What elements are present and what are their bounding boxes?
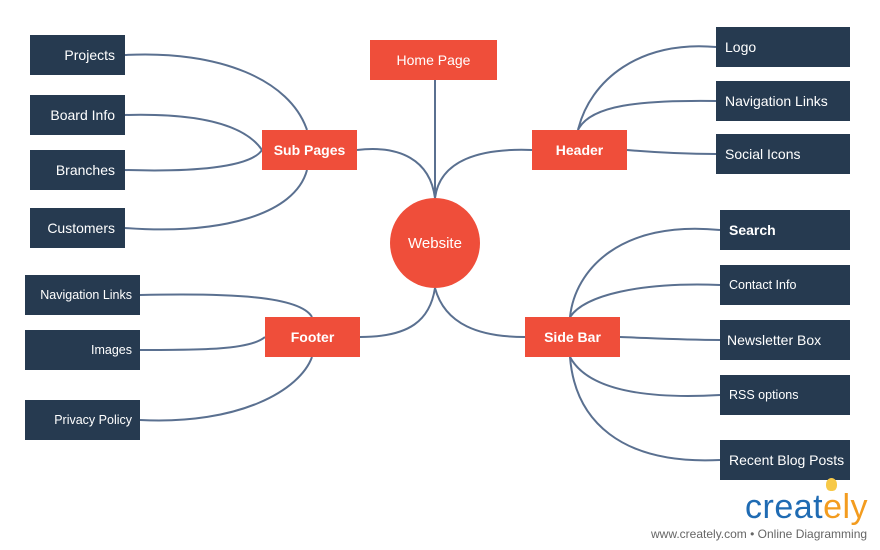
connector-logo: [577, 45, 717, 131]
node-home-page[interactable]: Home Page: [370, 40, 497, 80]
tagline: www.creately.com • Online Diagramming: [651, 527, 868, 541]
node-logo[interactable]: Logo: [716, 27, 850, 67]
node-search[interactable]: Search: [720, 210, 850, 250]
node-contact-info[interactable]: Contact Info: [720, 265, 850, 305]
connector-search: [569, 227, 721, 318]
node-rss-options[interactable]: RSS options: [720, 375, 850, 415]
connector-projects: [124, 53, 308, 131]
node-images[interactable]: Images: [25, 330, 140, 370]
node-branches[interactable]: Branches: [30, 150, 125, 190]
connector-subpages: [356, 148, 436, 199]
mind-map-canvas: Website Home Page Sub Pages Projects Boa…: [0, 0, 880, 550]
node-privacy-policy[interactable]: Privacy Policy: [25, 400, 140, 440]
connector-newsletter: [619, 336, 721, 341]
node-side-bar[interactable]: Side Bar: [525, 317, 620, 357]
connector-sidebar: [434, 287, 526, 338]
connector-images: [139, 336, 266, 351]
connector-header: [434, 148, 533, 199]
connector-nav-links: [577, 99, 717, 131]
connector-social: [626, 149, 717, 155]
connector-footer-nav: [139, 293, 313, 318]
node-header[interactable]: Header: [532, 130, 627, 170]
creately-logo: creately: [745, 488, 868, 527]
connector-customers: [124, 169, 308, 231]
node-customers[interactable]: Customers: [30, 208, 125, 248]
node-footer-navigation-links[interactable]: Navigation Links: [25, 275, 140, 315]
connector-rss: [569, 356, 721, 397]
logo-text-accent: ely: [823, 488, 869, 526]
connector-branches: [124, 149, 263, 172]
connector-footer: [359, 287, 436, 338]
connector-blog: [569, 356, 721, 462]
connector-board-info: [124, 113, 263, 151]
center-node-website[interactable]: Website: [390, 198, 480, 288]
node-projects[interactable]: Projects: [30, 35, 125, 75]
node-header-navigation-links[interactable]: Navigation Links: [716, 81, 850, 121]
logo-text-main: creat: [745, 488, 824, 526]
connector-contact: [569, 283, 721, 318]
node-social-icons[interactable]: Social Icons: [716, 134, 850, 174]
node-sub-pages[interactable]: Sub Pages: [262, 130, 357, 170]
node-footer[interactable]: Footer: [265, 317, 360, 357]
connector-privacy: [139, 356, 313, 422]
node-board-info[interactable]: Board Info: [30, 95, 125, 135]
node-newsletter-box[interactable]: Newsletter Box: [720, 320, 850, 360]
node-recent-blog-posts[interactable]: Recent Blog Posts: [720, 440, 850, 480]
